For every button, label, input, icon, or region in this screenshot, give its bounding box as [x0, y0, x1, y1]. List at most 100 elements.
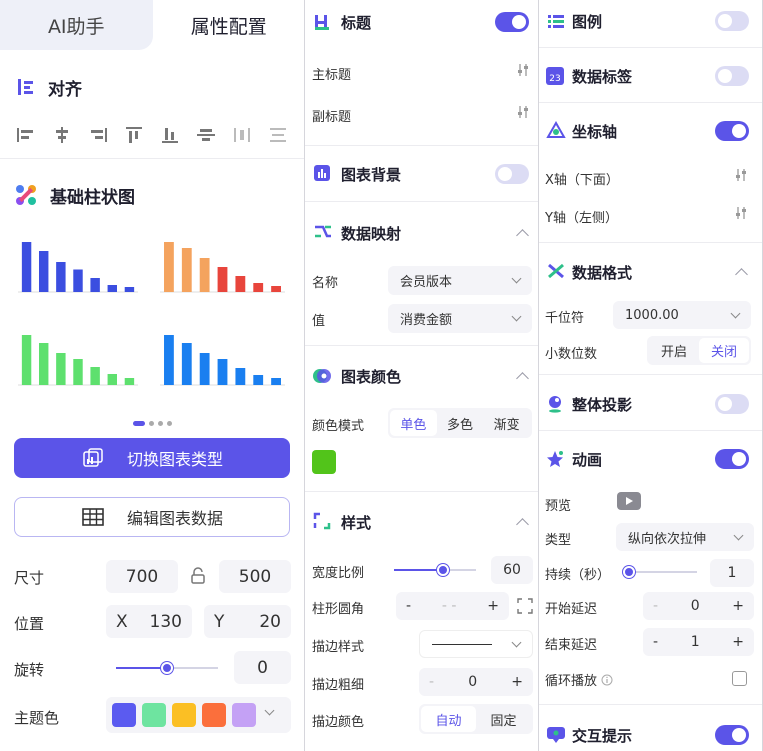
dot[interactable]: [148, 420, 154, 426]
y-value: 20: [259, 611, 281, 632]
thumb-orange-bar[interactable]: [160, 232, 285, 300]
thumb-blue-bar: [39, 251, 49, 292]
theme-swatch-1[interactable]: [112, 703, 136, 727]
edit-chart-data-button[interactable]: 编辑图表数据: [14, 497, 290, 537]
axis-toggle[interactable]: [715, 121, 749, 141]
width-ratio-thumb[interactable]: [437, 564, 450, 576]
width-input[interactable]: 700: [106, 560, 178, 593]
end-delay-stepper[interactable]: - 1 +: [643, 628, 754, 656]
start-delay-value: 0: [690, 598, 700, 614]
thumb-green-bar: [107, 374, 117, 385]
chevron-down-icon: [730, 308, 741, 318]
color-mode-single[interactable]: 单色: [390, 410, 437, 436]
plus-button[interactable]: +: [732, 598, 744, 614]
dot[interactable]: [166, 420, 172, 426]
bg-section-label: 图表背景: [341, 166, 402, 184]
distribute-h-button[interactable]: [231, 125, 253, 145]
bg-toggle[interactable]: [495, 164, 529, 184]
start-delay-stepper[interactable]: - 0 +: [643, 592, 754, 620]
minus-button[interactable]: -: [653, 598, 658, 614]
duration-slider[interactable]: [622, 566, 697, 578]
legend-toggle[interactable]: [715, 11, 749, 31]
chart-background-icon: [314, 165, 330, 181]
lock-open-icon[interactable]: [189, 567, 207, 585]
align-bottom-button[interactable]: [159, 125, 181, 145]
switch-chart-type-button[interactable]: 切换图表类型: [14, 438, 290, 478]
theme-swatch-3[interactable]: [172, 703, 196, 727]
thumb-azure-bar: [164, 335, 174, 385]
minus-button[interactable]: -: [653, 634, 658, 650]
duration-input[interactable]: 1: [710, 559, 754, 587]
width-ratio-slider[interactable]: [394, 564, 476, 576]
y-input[interactable]: Y 20: [204, 605, 291, 638]
animation-toggle[interactable]: [715, 449, 749, 469]
rotate-slider-fill: [116, 667, 167, 669]
stroke-width-stepper[interactable]: - 0 +: [419, 668, 533, 696]
shadow-toggle[interactable]: [715, 394, 749, 414]
rotate-slider-thumb[interactable]: [161, 662, 173, 674]
align-center-h-button[interactable]: [51, 125, 73, 145]
thumb-blue-bar: [21, 242, 32, 292]
title-h-icon: [315, 15, 329, 30]
title-toggle[interactable]: [495, 12, 529, 32]
x-input[interactable]: X 130: [106, 605, 192, 638]
adjust-icon[interactable]: [734, 167, 748, 183]
thumb-blue-bar: [107, 285, 117, 292]
theme-swatch-2[interactable]: [142, 703, 166, 727]
color-mode-multi[interactable]: 多色: [437, 410, 484, 436]
stroke-color-fixed[interactable]: 固定: [476, 706, 531, 732]
edit-chart-label: 编辑图表数据: [126, 509, 223, 528]
name-select[interactable]: 会员版本: [388, 266, 532, 295]
collapse-chevron-icon[interactable]: [516, 372, 529, 385]
adjust-icon[interactable]: [734, 205, 748, 221]
align-right-button[interactable]: [87, 125, 109, 145]
color-mode-gradient[interactable]: 渐变: [483, 410, 530, 436]
plus-button[interactable]: +: [732, 634, 744, 650]
stroke-style-select[interactable]: [419, 630, 533, 658]
anim-type-select[interactable]: 纵向依次拉伸: [616, 523, 754, 551]
bar-radius-stepper[interactable]: - - - +: [396, 592, 509, 620]
collapse-chevron-icon[interactable]: [516, 229, 529, 242]
rotate-input[interactable]: 0: [234, 651, 291, 684]
thumb-blue-bar[interactable]: [18, 232, 138, 300]
play-preview-button[interactable]: [617, 492, 641, 510]
info-icon[interactable]: [601, 674, 613, 686]
plus-button[interactable]: +: [487, 598, 499, 614]
collapse-chevron-icon[interactable]: [735, 268, 748, 281]
align-left-button[interactable]: [15, 125, 37, 145]
distribute-v-button[interactable]: [267, 125, 289, 145]
adjust-icon[interactable]: [516, 104, 530, 120]
rotate-slider[interactable]: [116, 662, 218, 674]
thousands-select[interactable]: 1000.00: [613, 301, 751, 329]
chevron-down-icon: [511, 637, 522, 647]
theme-dropdown-chevron-icon[interactable]: [264, 705, 275, 716]
duration-thumb[interactable]: [622, 566, 635, 578]
theme-swatch-4[interactable]: [202, 703, 226, 727]
data-label-toggle[interactable]: [715, 66, 749, 86]
corner-expand-icon[interactable]: [517, 598, 533, 614]
decimal-on[interactable]: 开启: [649, 338, 699, 363]
tab-ai-assistant[interactable]: AI助手: [0, 0, 153, 50]
thumb-green-bar[interactable]: [18, 325, 138, 393]
thumb-azure-bar[interactable]: [160, 325, 285, 393]
theme-swatch-5[interactable]: [232, 703, 256, 727]
stroke-color-auto[interactable]: 自动: [421, 706, 476, 732]
collapse-chevron-icon[interactable]: [516, 518, 529, 531]
tooltip-toggle[interactable]: [715, 725, 749, 745]
width-ratio-input[interactable]: 60: [491, 556, 533, 584]
adjust-icon[interactable]: [516, 62, 530, 78]
x-value: 130: [149, 611, 182, 632]
align-center-v-button[interactable]: [195, 125, 217, 145]
value-select[interactable]: 消费金额: [388, 304, 532, 333]
dot[interactable]: [157, 420, 163, 426]
minus-button[interactable]: -: [429, 674, 434, 690]
height-input[interactable]: 500: [219, 560, 291, 593]
minus-button[interactable]: -: [406, 598, 411, 614]
tab-property-config[interactable]: 属性配置: [152, 0, 304, 50]
chart-color-swatch[interactable]: [312, 450, 336, 474]
decimal-off[interactable]: 关闭: [699, 338, 749, 363]
loop-checkbox[interactable]: [732, 671, 747, 686]
align-top-button[interactable]: [123, 125, 145, 145]
dot-active[interactable]: [132, 420, 145, 426]
plus-button[interactable]: +: [511, 674, 523, 690]
